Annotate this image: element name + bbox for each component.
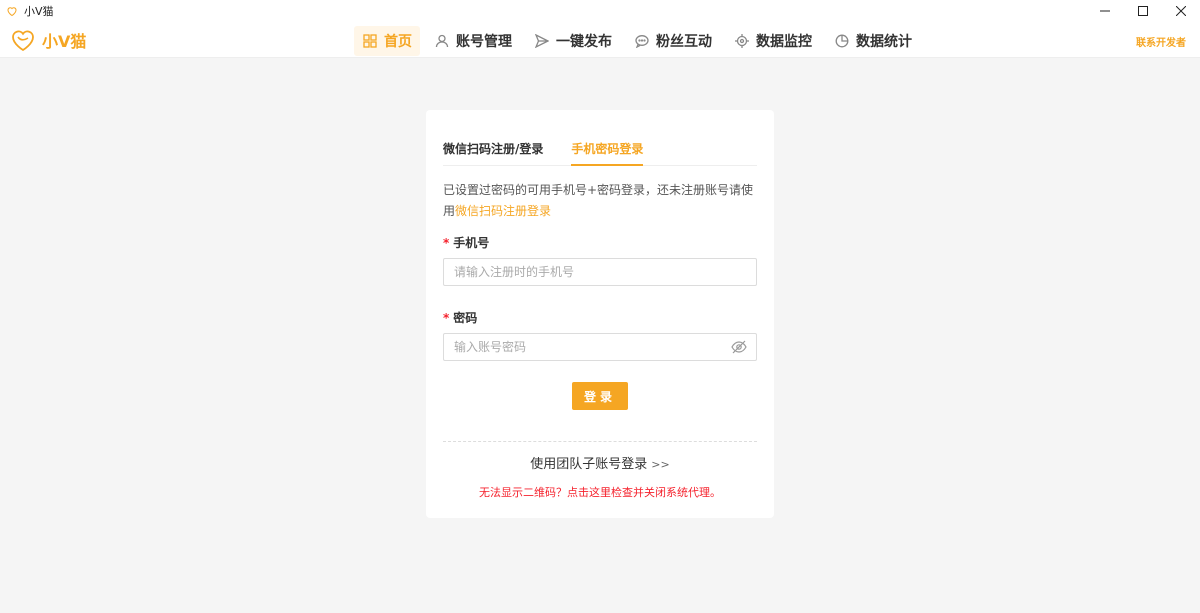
password-input[interactable] [443, 333, 757, 361]
brand-heart-icon [12, 30, 34, 52]
window-title: 小V猫 [24, 5, 54, 18]
window-controls [1086, 0, 1200, 22]
user-icon [434, 33, 450, 49]
phone-input[interactable] [443, 258, 757, 286]
nav-item-stats[interactable]: 数据统计 [826, 26, 920, 56]
team-login-text: 使用团队子账号登录 [530, 457, 648, 472]
nav-item-publish[interactable]: 一键发布 [526, 26, 620, 56]
login-intro: 已设置过密码的可用手机号+密码登录，还未注册账号请使用微信扫码注册登录 [443, 180, 761, 222]
target-icon [734, 33, 750, 49]
close-button[interactable] [1162, 0, 1200, 22]
maximize-icon [1138, 6, 1148, 16]
nav-item-home[interactable]: 首页 [354, 26, 420, 56]
wechat-register-link[interactable]: 微信扫码注册登录 [455, 204, 551, 218]
double-chevron-right-icon: >> [651, 458, 670, 471]
chat-icon [634, 33, 650, 49]
nav-item-label: 粉丝互动 [656, 34, 712, 50]
phone-label-text: 手机号 [453, 236, 490, 250]
app-heart-icon [6, 5, 18, 17]
nav-menu: 首页 账号管理 一键发布 粉丝互动 数据监控 数据统计 [354, 26, 926, 56]
nav-item-label: 数据监控 [756, 34, 812, 50]
brand-logo[interactable]: 小V猫 [10, 26, 86, 54]
team-subaccount-login-link[interactable]: 使用团队子账号登录 >> [426, 453, 774, 472]
required-mark: * [443, 236, 450, 250]
send-icon [534, 33, 550, 49]
nav-item-monitor[interactable]: 数据监控 [726, 26, 820, 56]
minimize-icon [1100, 10, 1110, 12]
brand-name: 小V猫 [42, 32, 87, 51]
minimize-button[interactable] [1086, 0, 1124, 22]
grid-icon [362, 33, 378, 49]
eye-hidden-icon[interactable] [731, 340, 747, 354]
close-icon [1176, 6, 1186, 16]
nav-item-fans[interactable]: 粉丝互动 [626, 26, 720, 56]
login-card: 微信扫码注册/登录 手机密码登录 已设置过密码的可用手机号+密码登录，还未注册账… [426, 110, 774, 518]
tab-phone-login[interactable]: 手机密码登录 [571, 128, 644, 166]
tab-wechat-login[interactable]: 微信扫码注册/登录 [443, 128, 543, 166]
nav-item-label: 首页 [384, 34, 412, 50]
qr-proxy-help-link[interactable]: 无法显示二维码？点击这里检查并关闭系统代理。 [426, 484, 774, 500]
maximize-button[interactable] [1124, 0, 1162, 22]
required-mark: * [443, 311, 450, 325]
password-label-text: 密码 [453, 311, 478, 325]
password-label: * 密码 [443, 309, 477, 326]
contact-developer-link[interactable]: 联系开发者 [1136, 34, 1186, 49]
dashed-divider [443, 441, 757, 442]
pie-chart-icon [834, 33, 850, 49]
login-tabs: 微信扫码注册/登录 手机密码登录 [443, 128, 757, 166]
nav-item-label: 账号管理 [456, 34, 512, 50]
window-titlebar: 小V猫 [0, 0, 1200, 22]
nav-item-label: 一键发布 [556, 34, 612, 50]
phone-label: * 手机号 [443, 234, 489, 251]
nav-item-accounts[interactable]: 账号管理 [426, 26, 520, 56]
top-navbar: 小V猫 首页 账号管理 一键发布 粉丝互动 数据监控 数据统计 联系开发者 [0, 22, 1200, 58]
login-button[interactable]: 登录 [572, 382, 628, 410]
nav-item-label: 数据统计 [856, 34, 912, 50]
